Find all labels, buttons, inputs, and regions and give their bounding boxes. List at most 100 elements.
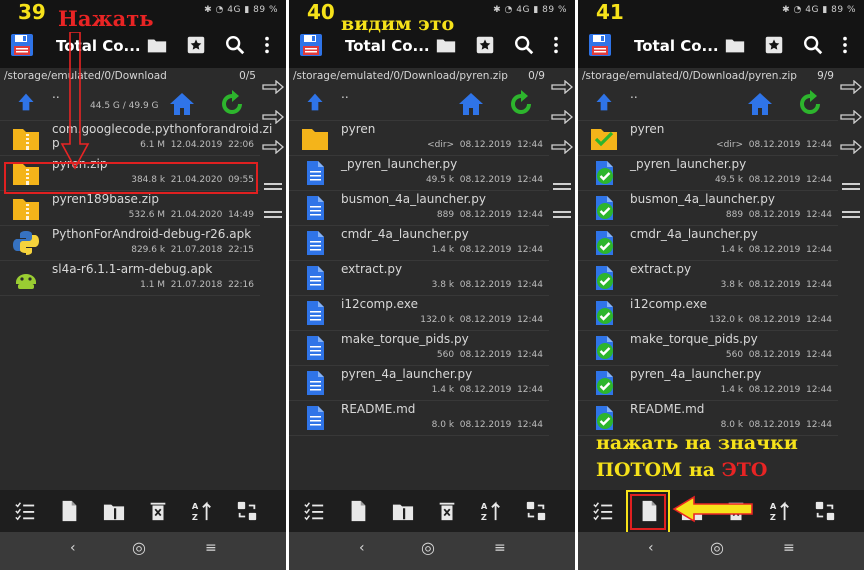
delete-icon[interactable] <box>147 500 169 522</box>
list-item[interactable]: make_torque_pids.py 560 08.12.2019 12:44 <box>578 331 838 366</box>
recents-icon[interactable]: ≡ <box>205 540 217 556</box>
bookmark-star-icon[interactable] <box>763 34 785 56</box>
document-checked-icon[interactable] <box>590 405 618 431</box>
list-item[interactable]: PythonForAndroid-debug-r26.apk 829.6 k 2… <box>0 226 260 261</box>
list-item[interactable]: extract.py 3.8 k 08.12.2019 12:44 <box>289 261 549 296</box>
list-item[interactable]: pyren189base.zip 532.6 M 21.04.2020 14:4… <box>0 191 260 226</box>
back-icon[interactable]: ‹ <box>359 540 365 556</box>
list-item[interactable]: pyren <dir> 08.12.2019 12:44 <box>578 121 838 156</box>
file-meta: <dir> 08.12.2019 12:44 <box>427 140 543 150</box>
floppy-icon[interactable] <box>299 33 323 57</box>
folder-icon[interactable] <box>146 34 168 56</box>
more-menu-icon[interactable] <box>545 34 567 56</box>
list-item[interactable]: com.googlecode.pythonforandroid.zi p 6.1… <box>0 121 272 156</box>
swap-icon[interactable] <box>525 500 547 522</box>
document-checked-icon[interactable] <box>590 265 618 291</box>
list-item[interactable]: pyren <dir> 08.12.2019 12:44 <box>289 121 549 156</box>
up-arrow-icon[interactable] <box>16 92 36 112</box>
back-icon[interactable]: ‹ <box>70 540 76 556</box>
folder-checked-icon[interactable] <box>590 125 618 151</box>
file-icon[interactable] <box>347 500 369 522</box>
up-arrow-icon[interactable] <box>305 92 325 112</box>
refresh-icon[interactable] <box>507 90 535 118</box>
list-item[interactable]: cmdr_4a_launcher.py 1.4 k 08.12.2019 12:… <box>578 226 838 261</box>
file-icon[interactable] <box>58 500 80 522</box>
home-button-icon[interactable]: ◎ <box>421 538 435 557</box>
document-checked-icon[interactable] <box>590 300 618 326</box>
copy-right-arrow-icon[interactable] <box>840 110 862 124</box>
list-item[interactable]: pyren_4a_launcher.py 1.4 k 08.12.2019 12… <box>578 366 838 401</box>
swap-icon[interactable] <box>814 500 836 522</box>
equals-icon[interactable] <box>551 208 573 222</box>
file-meta: 560 08.12.2019 12:44 <box>436 350 543 360</box>
copy-right-arrow-icon[interactable] <box>262 110 284 124</box>
list-item[interactable]: extract.py 3.8 k 08.12.2019 12:44 <box>578 261 838 296</box>
parent-dir-row[interactable]: .. 44.5 G / 49.9 G <box>0 86 260 121</box>
document-checked-icon[interactable] <box>590 160 618 186</box>
delete-icon[interactable] <box>436 500 458 522</box>
more-menu-icon[interactable] <box>256 34 278 56</box>
list-item[interactable]: i12comp.exe 132.0 k 08.12.2019 12:44 <box>289 296 549 331</box>
parent-dir-row[interactable]: .. <box>578 86 838 121</box>
copy-right-arrow-icon[interactable] <box>840 140 862 154</box>
document-checked-icon[interactable] <box>590 335 618 361</box>
recents-icon[interactable]: ≡ <box>494 540 506 556</box>
swap-icon[interactable] <box>236 500 258 522</box>
copy-right-arrow-icon[interactable] <box>840 80 862 94</box>
select-icon[interactable] <box>303 500 325 522</box>
copy-right-arrow-icon[interactable] <box>551 140 573 154</box>
list-item[interactable]: pyren_4a_launcher.py 1.4 k 08.12.2019 12… <box>289 366 549 401</box>
sort-icon[interactable] <box>480 500 502 522</box>
refresh-icon[interactable] <box>218 90 246 118</box>
list-item[interactable]: cmdr_4a_launcher.py 1.4 k 08.12.2019 12:… <box>289 226 549 261</box>
equals-icon[interactable] <box>262 180 284 194</box>
zip-pack-icon[interactable] <box>392 500 414 522</box>
search-icon[interactable] <box>513 34 535 56</box>
more-menu-icon[interactable] <box>834 34 856 56</box>
recents-icon[interactable]: ≡ <box>783 540 795 556</box>
zip-pack-icon[interactable] <box>103 500 125 522</box>
select-icon[interactable] <box>592 500 614 522</box>
list-item[interactable]: sl4a-r6.1.1-arm-debug.apk 1.1 M 21.07.20… <box>0 261 260 296</box>
floppy-icon[interactable] <box>588 33 612 57</box>
copy-right-arrow-icon[interactable] <box>262 80 284 94</box>
search-icon[interactable] <box>802 34 824 56</box>
bookmark-star-icon[interactable] <box>185 34 207 56</box>
copy-right-arrow-icon[interactable] <box>262 140 284 154</box>
document-checked-icon[interactable] <box>590 195 618 221</box>
home-button-icon[interactable]: ◎ <box>710 538 724 557</box>
list-item[interactable]: busmon_4a_launcher.py 889 08.12.2019 12:… <box>289 191 549 226</box>
up-arrow-icon[interactable] <box>594 92 614 112</box>
home-button-icon[interactable]: ◎ <box>132 538 146 557</box>
search-icon[interactable] <box>224 34 246 56</box>
parent-dir-row[interactable]: .. <box>289 86 549 121</box>
equals-icon[interactable] <box>840 208 862 222</box>
home-icon[interactable] <box>457 90 485 118</box>
list-item[interactable]: _pyren_launcher.py 49.5 k 08.12.2019 12:… <box>578 156 838 191</box>
home-icon[interactable] <box>168 90 196 118</box>
equals-icon[interactable] <box>551 180 573 194</box>
refresh-icon[interactable] <box>796 90 824 118</box>
equals-icon[interactable] <box>840 180 862 194</box>
current-path: /storage/emulated/0/Download/pyren.zip <box>582 70 797 82</box>
folder-icon[interactable] <box>724 34 746 56</box>
list-item[interactable]: README.md 8.0 k 08.12.2019 12:44 <box>289 401 549 436</box>
home-icon[interactable] <box>746 90 774 118</box>
list-item[interactable]: i12comp.exe 132.0 k 08.12.2019 12:44 <box>578 296 838 331</box>
bookmark-star-icon[interactable] <box>474 34 496 56</box>
folder-icon[interactable] <box>435 34 457 56</box>
sort-icon[interactable] <box>769 500 791 522</box>
list-item[interactable]: make_torque_pids.py 560 08.12.2019 12:44 <box>289 331 549 366</box>
copy-right-arrow-icon[interactable] <box>551 110 573 124</box>
floppy-icon[interactable] <box>10 33 34 57</box>
document-checked-icon[interactable] <box>590 230 618 256</box>
sort-icon[interactable] <box>191 500 213 522</box>
copy-right-arrow-icon[interactable] <box>551 80 573 94</box>
select-icon[interactable] <box>14 500 36 522</box>
list-item[interactable]: README.md 8.0 k 08.12.2019 12:44 <box>578 401 838 436</box>
equals-icon[interactable] <box>262 208 284 222</box>
document-checked-icon[interactable] <box>590 370 618 396</box>
back-icon[interactable]: ‹ <box>648 540 654 556</box>
list-item[interactable]: _pyren_launcher.py 49.5 k 08.12.2019 12:… <box>289 156 549 191</box>
list-item[interactable]: busmon_4a_launcher.py 889 08.12.2019 12:… <box>578 191 838 226</box>
